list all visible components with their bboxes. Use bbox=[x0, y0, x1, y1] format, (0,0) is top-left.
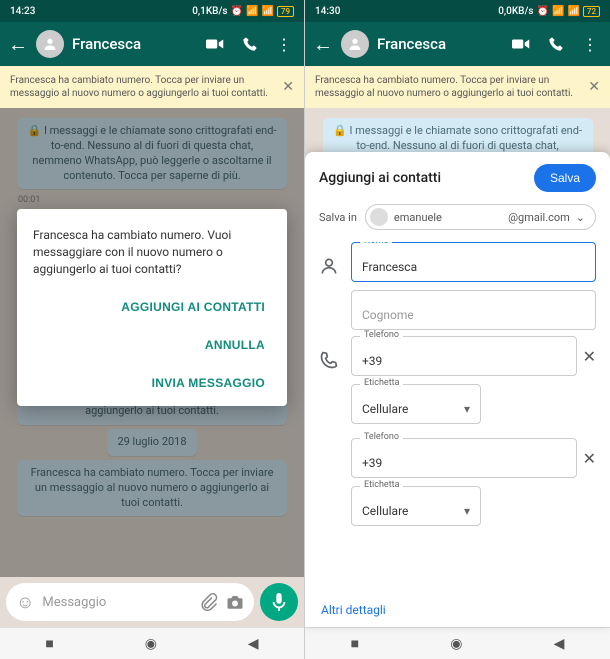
tag-label: Etichetta bbox=[360, 378, 403, 388]
call-icon[interactable] bbox=[242, 36, 258, 52]
status-net: 0,1KB/s bbox=[192, 6, 227, 17]
dropdown-icon: ▾ bbox=[464, 402, 470, 416]
tag-value: Cellulare bbox=[362, 402, 408, 416]
more-details-link[interactable]: Altri dettagli bbox=[319, 595, 596, 619]
nav-recent-icon[interactable]: ■ bbox=[351, 635, 359, 652]
chevron-down-icon: ⌄ bbox=[576, 211, 585, 224]
menu-icon[interactable]: ⋮ bbox=[582, 35, 598, 54]
android-nav: ■ ◉ ◀ bbox=[305, 627, 610, 659]
label-field-1[interactable]: Etichetta Cellulare ▾ bbox=[351, 384, 481, 424]
close-icon[interactable]: ✕ bbox=[282, 78, 294, 96]
battery-icon: 72 bbox=[583, 6, 600, 17]
surname-field[interactable]: Cognome bbox=[351, 290, 596, 330]
message-bar: ☺ Messaggio bbox=[0, 577, 304, 627]
status-bar: 14:30 0,0KB/s ⏰ 📶 📶 72 bbox=[305, 0, 610, 22]
name-value: Francesca bbox=[362, 260, 417, 274]
account-name: emanuele bbox=[394, 211, 442, 224]
cancel-button[interactable]: ANNULLA bbox=[199, 330, 271, 360]
name-field[interactable]: Nome Francesca bbox=[351, 242, 596, 282]
back-icon[interactable]: ← bbox=[313, 32, 333, 57]
add-contact-sheet: Aggiungi ai contatti Salva Salva in eman… bbox=[305, 152, 610, 627]
surname-placeholder: Cognome bbox=[362, 308, 414, 322]
tag-value: Cellulare bbox=[362, 504, 408, 518]
signal-icon: 📶 bbox=[246, 6, 258, 17]
phone-right: 14:30 0,0KB/s ⏰ 📶 📶 72 ← Francesca ⋮ Fra… bbox=[305, 0, 610, 659]
name-label: Nome bbox=[360, 242, 392, 246]
status-net: 0,0KB/s bbox=[498, 6, 533, 17]
call-icon[interactable] bbox=[548, 36, 564, 52]
banner-text: Francesca ha cambiato numero. Tocca per … bbox=[315, 74, 582, 100]
wifi-icon: 📶 bbox=[261, 6, 273, 17]
mic-button[interactable] bbox=[260, 583, 298, 621]
avatar[interactable] bbox=[341, 30, 369, 58]
number-changed-banner[interactable]: Francesca ha cambiato numero. Tocca per … bbox=[305, 66, 610, 108]
message-input[interactable]: ☺ Messaggio bbox=[6, 583, 254, 621]
attach-icon[interactable] bbox=[200, 593, 218, 611]
alarm-icon: ⏰ bbox=[231, 6, 243, 17]
nav-home-icon[interactable]: ◉ bbox=[450, 636, 462, 652]
number-changed-banner[interactable]: Francesca ha cambiato numero. Tocca per … bbox=[0, 66, 304, 108]
nav-back-icon[interactable]: ◀ bbox=[554, 636, 565, 652]
emoji-icon[interactable]: ☺ bbox=[16, 592, 34, 613]
phone-value: +39 bbox=[362, 456, 382, 470]
contact-name[interactable]: Francesca bbox=[377, 35, 504, 53]
camera-icon[interactable] bbox=[226, 594, 244, 610]
chat-area: 🔒 I messaggi e le chiamate sono crittogr… bbox=[0, 108, 304, 577]
phone-icon bbox=[319, 336, 341, 370]
chat-header: ← Francesca ⋮ bbox=[305, 22, 610, 66]
video-call-icon[interactable] bbox=[512, 37, 530, 51]
status-time: 14:23 bbox=[10, 6, 35, 17]
status-bar: 14:23 0,1KB/s ⏰ 📶 📶 79 bbox=[0, 0, 304, 22]
add-to-contacts-button[interactable]: AGGIUNGI AI CONTATTI bbox=[115, 292, 271, 322]
send-message-button[interactable]: INVIA MESSAGGIO bbox=[146, 368, 271, 398]
battery-icon: 79 bbox=[277, 6, 294, 17]
nav-home-icon[interactable]: ◉ bbox=[145, 636, 157, 652]
nav-recent-icon[interactable]: ■ bbox=[45, 635, 53, 652]
save-button[interactable]: Salva bbox=[534, 164, 596, 192]
dialog-scrim: Francesca ha cambiato numero. Vuoi messa… bbox=[0, 108, 304, 577]
dialog-text: Francesca ha cambiato numero. Vuoi messa… bbox=[33, 227, 271, 277]
number-changed-dialog: Francesca ha cambiato numero. Vuoi messa… bbox=[17, 209, 287, 405]
label-field-2[interactable]: Etichetta Cellulare ▾ bbox=[351, 486, 481, 526]
tag-label: Etichetta bbox=[360, 480, 403, 490]
avatar[interactable] bbox=[36, 30, 64, 58]
save-in-label: Salva in bbox=[319, 211, 357, 224]
alarm-icon: ⏰ bbox=[537, 6, 549, 17]
android-nav: ■ ◉ ◀ bbox=[0, 627, 304, 659]
close-icon[interactable]: ✕ bbox=[588, 78, 600, 96]
account-domain: @gmail.com bbox=[508, 211, 570, 224]
video-call-icon[interactable] bbox=[206, 37, 224, 51]
person-icon bbox=[319, 242, 341, 276]
phone-left: 14:23 0,1KB/s ⏰ 📶 📶 79 ← Francesca ⋮ Fra… bbox=[0, 0, 305, 659]
signal-icon: 📶 bbox=[552, 6, 564, 17]
phone-field-2[interactable]: Telefono +39 bbox=[351, 438, 577, 478]
account-avatar bbox=[370, 208, 388, 226]
clear-icon[interactable]: ✕ bbox=[583, 347, 596, 366]
sheet-title: Aggiungi ai contatti bbox=[319, 170, 441, 186]
back-icon[interactable]: ← bbox=[8, 32, 28, 57]
phone-value: +39 bbox=[362, 354, 382, 368]
banner-text: Francesca ha cambiato numero. Tocca per … bbox=[10, 74, 276, 100]
phone-label: Telefono bbox=[360, 330, 403, 340]
contact-name[interactable]: Francesca bbox=[72, 35, 198, 53]
message-placeholder: Messaggio bbox=[42, 595, 192, 610]
phone-field-1[interactable]: Telefono +39 bbox=[351, 336, 577, 376]
phone-label: Telefono bbox=[360, 432, 403, 442]
nav-back-icon[interactable]: ◀ bbox=[248, 636, 259, 652]
dropdown-icon: ▾ bbox=[464, 504, 470, 518]
chat-header: ← Francesca ⋮ bbox=[0, 22, 304, 66]
wifi-icon: 📶 bbox=[567, 6, 579, 17]
status-time: 14:30 bbox=[315, 6, 340, 17]
menu-icon[interactable]: ⋮ bbox=[276, 35, 292, 54]
clear-icon[interactable]: ✕ bbox=[583, 449, 596, 468]
account-selector[interactable]: emanuele @gmail.com ⌄ bbox=[365, 204, 596, 230]
